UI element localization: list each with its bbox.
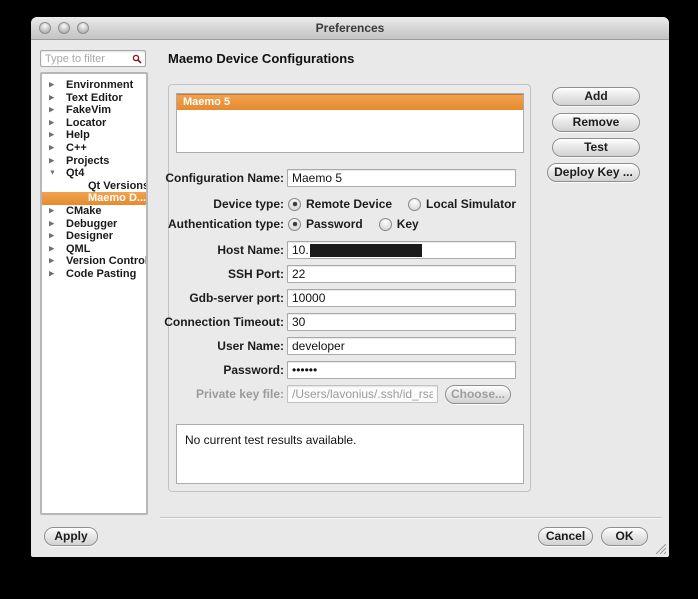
title-bar[interactable]: Preferences	[31, 17, 669, 40]
gdb-port-field[interactable]	[287, 289, 516, 307]
timeout-label: Connection Timeout:	[71, 313, 284, 331]
add-button[interactable]: Add	[552, 87, 640, 106]
chevron-right-icon[interactable]: ▶	[49, 105, 60, 118]
host-name-label: Host Name:	[71, 241, 284, 259]
sidebar-item-environment[interactable]: ▶Environment	[42, 79, 146, 92]
sidebar-item-text-editor[interactable]: ▶Text Editor	[42, 92, 146, 105]
chevron-right-icon[interactable]: ▶	[49, 130, 60, 143]
radio-key[interactable]: Key	[379, 217, 419, 231]
host-name-field[interactable]: 10.	[287, 241, 516, 259]
config-name-label: Configuration Name:	[71, 169, 284, 187]
footer-divider	[160, 517, 662, 518]
chevron-right-icon[interactable]: ▶	[49, 155, 60, 168]
sidebar-item-projects[interactable]: ▶Projects	[42, 155, 146, 168]
device-configurations-list[interactable]: Maemo 5	[176, 93, 524, 153]
auth-type-row: Authentication type: Password Key	[31, 215, 669, 233]
timeout-row: Connection Timeout:	[31, 313, 669, 331]
remove-button[interactable]: Remove	[552, 113, 640, 132]
list-item-maemo5[interactable]: Maemo 5	[177, 94, 523, 110]
sidebar-item-cpp[interactable]: ▶C++	[42, 142, 146, 155]
password-row: Password:	[31, 361, 669, 379]
chevron-right-icon[interactable]: ▶	[49, 92, 60, 105]
radio-selected-icon[interactable]	[288, 198, 301, 211]
user-name-field[interactable]	[287, 337, 516, 355]
timeout-field[interactable]	[287, 313, 516, 331]
filter-input[interactable]	[40, 50, 146, 67]
chevron-right-icon[interactable]: ▶	[49, 80, 60, 93]
radio-password[interactable]: Password	[288, 217, 363, 231]
sidebar-item-fakevim[interactable]: ▶FakeVim	[42, 104, 146, 117]
gdb-port-row: Gdb-server port:	[31, 289, 669, 307]
private-key-label: Private key file:	[71, 385, 284, 403]
radio-unselected-icon[interactable]	[408, 198, 421, 211]
config-name-field[interactable]	[287, 169, 516, 187]
private-key-field	[287, 385, 438, 403]
preferences-window: Preferences ▶Environment ▶Text Editor ▶F…	[31, 17, 669, 557]
host-name-row: Host Name: 10.	[31, 241, 669, 259]
resize-grip[interactable]	[653, 541, 666, 554]
chevron-right-icon[interactable]: ▶	[49, 142, 60, 155]
device-type-row: Device type: Remote Device Local Simulat…	[31, 195, 669, 213]
page-title: Maemo Device Configurations	[168, 51, 354, 66]
user-name-row: User Name:	[31, 337, 669, 355]
sidebar-item-help[interactable]: ▶Help	[42, 129, 146, 142]
choose-button: Choose...	[445, 385, 511, 404]
auth-type-label: Authentication type:	[71, 215, 284, 233]
test-button[interactable]: Test	[552, 138, 640, 157]
chevron-right-icon[interactable]: ▶	[49, 117, 60, 130]
password-label: Password:	[71, 361, 284, 379]
radio-unselected-icon[interactable]	[379, 218, 392, 231]
filter-magnifier-icon	[132, 54, 142, 64]
device-type-label: Device type:	[71, 195, 284, 213]
password-field[interactable]	[287, 361, 516, 379]
radio-local-simulator[interactable]: Local Simulator	[408, 197, 516, 211]
sidebar-item-locator[interactable]: ▶Locator	[42, 117, 146, 130]
user-name-label: User Name:	[71, 337, 284, 355]
gdb-port-label: Gdb-server port:	[71, 289, 284, 307]
ssh-port-label: SSH Port:	[71, 265, 284, 283]
radio-remote-device[interactable]: Remote Device	[288, 197, 392, 211]
radio-selected-icon[interactable]	[288, 218, 301, 231]
apply-button[interactable]: Apply	[44, 527, 98, 546]
ssh-port-field[interactable]	[287, 265, 516, 283]
ssh-port-row: SSH Port:	[31, 265, 669, 283]
redacted-host-value	[310, 244, 422, 257]
deploy-key-button[interactable]: Deploy Key ...	[547, 163, 640, 182]
ok-button[interactable]: OK	[601, 527, 648, 546]
test-results-box: No current test results available.	[176, 424, 524, 484]
window-title: Preferences	[31, 17, 669, 39]
private-key-row: Private key file: Choose...	[31, 385, 669, 403]
cancel-button[interactable]: Cancel	[538, 527, 593, 546]
